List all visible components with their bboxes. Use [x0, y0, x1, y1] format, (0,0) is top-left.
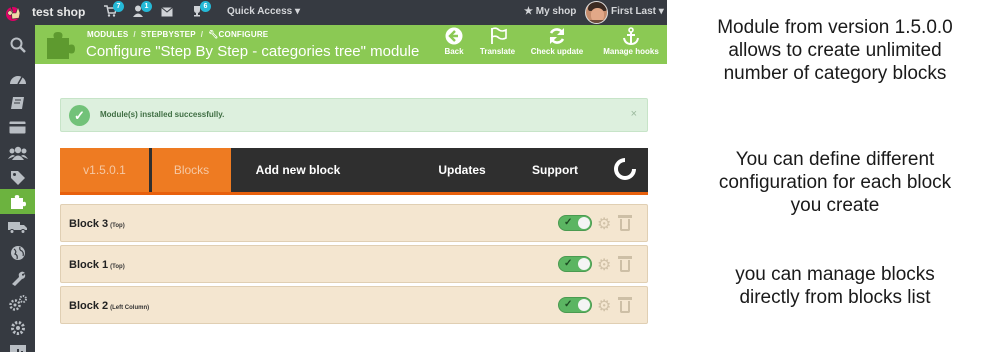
description-paragraph-2: You can define different configuration f…: [718, 149, 952, 216]
block-row-2: Block 2 (Left Column) ✓ ⚙︎: [60, 286, 648, 324]
block-row-1: Block 1 (Top) ✓ ⚙︎: [60, 245, 648, 283]
search-icon[interactable]: [0, 32, 35, 57]
prestashop-logo-icon[interactable]: [4, 2, 26, 23]
module-tabs: v1.5.0.1 Blocks Add new block Updates Su…: [60, 148, 648, 195]
message-icon[interactable]: [158, 4, 176, 22]
trash-icon[interactable]: [618, 297, 632, 313]
preferences-icon[interactable]: [0, 265, 35, 290]
block-enabled-toggle[interactable]: ✓: [558, 297, 592, 313]
tags-icon[interactable]: [0, 165, 35, 190]
main-content: ✓ Module(s) installed successfully. × v1…: [35, 64, 667, 352]
check-update-button[interactable]: Check update: [527, 27, 587, 61]
catalog-icon[interactable]: [0, 90, 35, 115]
refresh-icon: [527, 27, 587, 47]
translate-button[interactable]: Translate: [475, 27, 520, 61]
puzzle-icon: [43, 28, 75, 60]
admin-panel: test shop 7 1 6 Quick Access ▾ ★ My shop: [0, 0, 667, 352]
gear-icon[interactable]: ⚙︎: [597, 296, 611, 316]
stats-icon[interactable]: [0, 339, 35, 352]
trash-icon[interactable]: [618, 256, 632, 272]
shop-name[interactable]: test shop: [32, 5, 85, 19]
block-position: (Top): [110, 264, 125, 270]
flag-icon: [475, 27, 520, 47]
breadcrumb: MODULES / STEPBYSTEP / 🔧︎CONFIGURE: [87, 30, 269, 39]
user-menu[interactable]: First Last ▾: [611, 6, 664, 17]
localization-icon[interactable]: [0, 240, 35, 265]
block-enabled-toggle[interactable]: ✓: [558, 256, 592, 272]
modules-icon[interactable]: [0, 189, 35, 214]
trophy-badge: 6: [200, 1, 211, 12]
tab-support[interactable]: Support: [522, 148, 588, 192]
breadcrumb-configure: CONFIGURE: [218, 30, 269, 39]
wrench-icon: 🔧︎: [208, 30, 219, 39]
block-name: Block 3: [69, 218, 109, 230]
advanced-icon[interactable]: [0, 290, 35, 315]
tab-version[interactable]: v1.5.0.1: [60, 148, 149, 192]
check-circle-icon: ✓: [69, 105, 90, 126]
block-name: Block 1: [69, 259, 109, 271]
block-row-3: Block 3 (Top) ✓ ⚙︎: [60, 204, 648, 242]
shipping-icon[interactable]: [0, 215, 35, 240]
breadcrumb-stepbystep[interactable]: STEPBYSTEP: [141, 30, 196, 39]
block-position: (Left Column): [110, 305, 150, 311]
success-alert: ✓ Module(s) installed successfully. ×: [60, 98, 648, 132]
description-paragraph-3: you can manage blocks directly from bloc…: [735, 264, 935, 308]
avatar[interactable]: [585, 1, 608, 24]
back-arrow-icon: [440, 27, 468, 47]
my-shop-link[interactable]: ★ My shop: [524, 6, 576, 17]
tab-updates[interactable]: Updates: [428, 148, 496, 192]
block-name: Block 2: [69, 300, 109, 312]
sidebar: [0, 25, 35, 352]
manage-hooks-button[interactable]: Manage hooks: [598, 27, 664, 61]
cart-icon[interactable]: 7: [101, 1, 124, 22]
block-enabled-toggle[interactable]: ✓: [558, 215, 592, 231]
block-position: (Top): [110, 223, 125, 229]
module-logo-icon: [614, 158, 636, 180]
tab-blocks[interactable]: Blocks: [149, 148, 231, 192]
customers-badge: 1: [141, 1, 152, 12]
description-paragraph-1: Module from version 1.5.0.0 allows to cr…: [717, 17, 953, 84]
trophy-icon[interactable]: 6: [188, 1, 211, 22]
anchor-icon: [598, 27, 664, 47]
page-header: MODULES / STEPBYSTEP / 🔧︎CONFIGURE Configure…: [35, 25, 667, 64]
breadcrumb-modules[interactable]: MODULES: [87, 30, 128, 39]
back-button[interactable]: Back: [440, 27, 468, 61]
gear-icon[interactable]: ⚙︎: [597, 214, 611, 234]
payment-icon[interactable]: [0, 115, 35, 140]
orders-badge: 7: [113, 1, 124, 12]
quick-access-menu[interactable]: Quick Access ▾: [227, 6, 300, 17]
alert-message: Module(s) installed successfully.: [100, 110, 225, 119]
page-title: Configure "Step By Step - categories tre…: [86, 43, 420, 60]
customers-icon[interactable]: [0, 140, 35, 165]
administration-icon[interactable]: [0, 315, 35, 340]
gear-icon[interactable]: ⚙︎: [597, 255, 611, 275]
top-bar: test shop 7 1 6 Quick Access ▾ ★ My shop: [0, 0, 667, 25]
tab-add-new-block[interactable]: Add new block: [242, 148, 354, 192]
screenshot-stage: test shop 7 1 6 Quick Access ▾ ★ My shop: [0, 0, 1000, 352]
customer-icon[interactable]: 1: [129, 1, 152, 22]
trash-icon[interactable]: [618, 215, 632, 231]
dashboard-icon[interactable]: [0, 65, 35, 90]
close-icon[interactable]: ×: [631, 108, 637, 120]
